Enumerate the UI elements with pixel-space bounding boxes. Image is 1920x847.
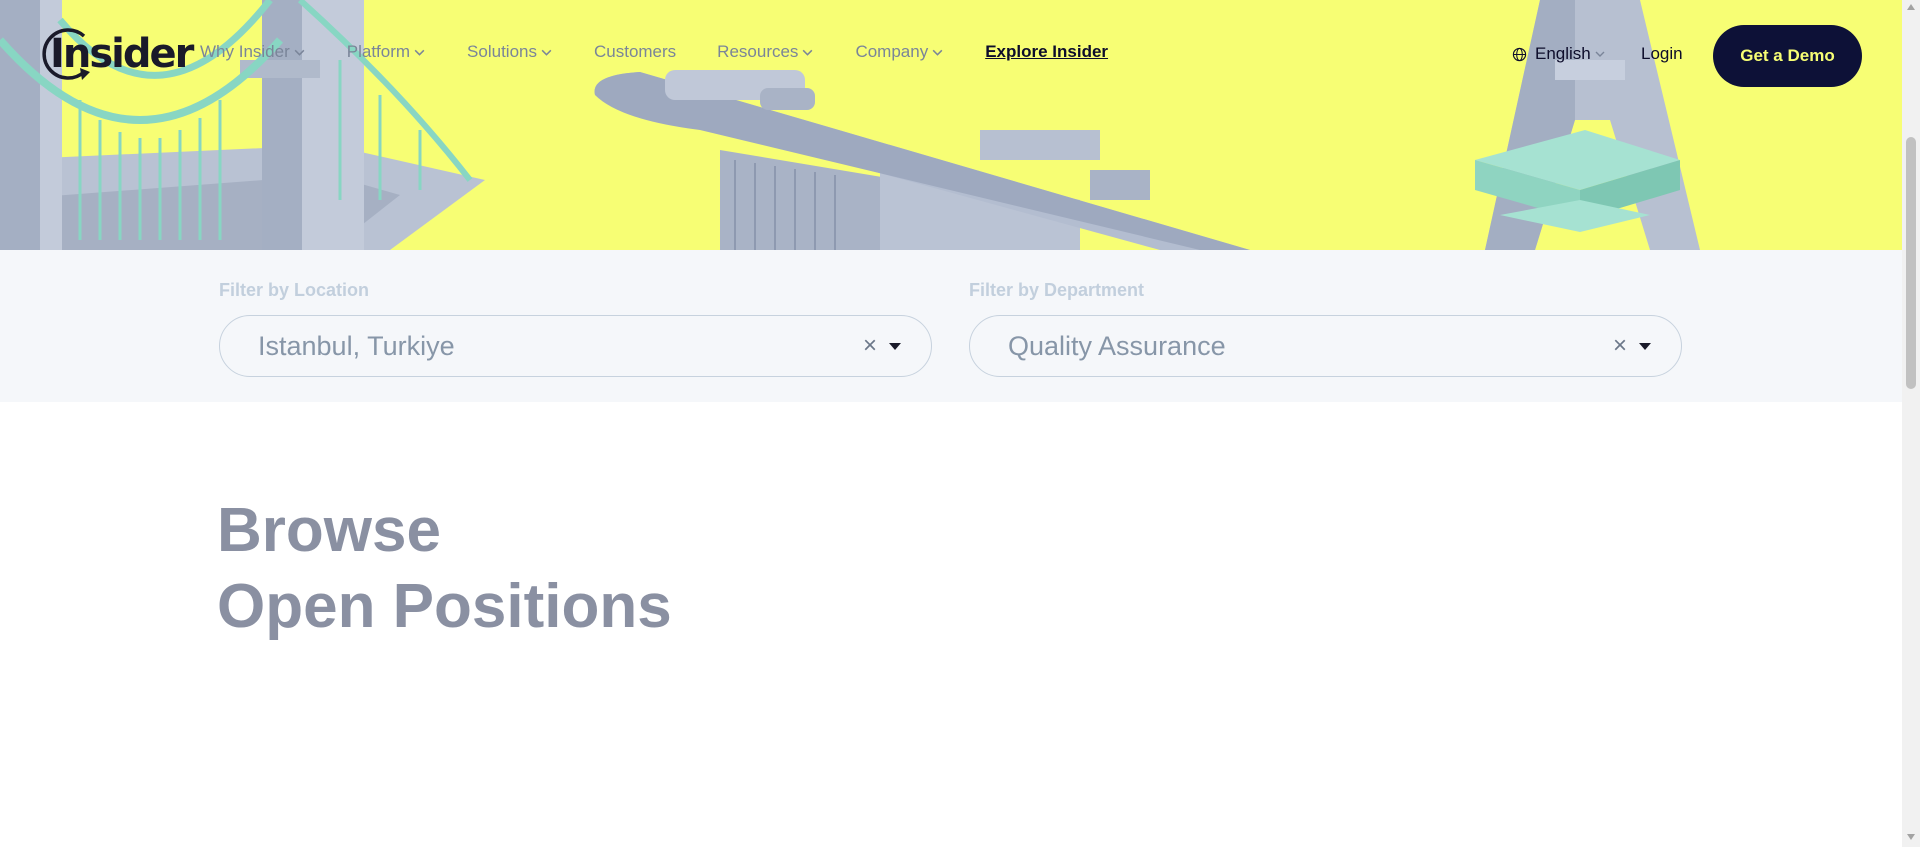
nav-customers[interactable]: Customers <box>594 42 676 62</box>
chevron-down-icon <box>932 49 943 56</box>
logo-text: Insider <box>50 31 194 77</box>
page-title: Browse Open Positions <box>217 493 672 645</box>
chevron-down-icon <box>541 49 552 56</box>
chevron-down-icon <box>1595 51 1605 57</box>
dropdown-arrow-icon[interactable] <box>889 342 901 350</box>
department-filter-select[interactable]: Quality Assurance × <box>969 315 1682 377</box>
page-title-line2: Open Positions <box>217 572 672 641</box>
hero-banner <box>0 0 1902 250</box>
nav-label: Platform <box>346 42 411 61</box>
nav-explore-insider[interactable]: Explore Insider <box>985 42 1108 62</box>
nav-why-insider[interactable]: Why Insider <box>200 42 306 62</box>
globe-icon <box>1512 47 1527 61</box>
location-filter-label: Filter by Location <box>219 280 370 300</box>
chevron-down-icon <box>803 49 813 56</box>
nav-label: Resources <box>717 42 799 61</box>
clear-location-icon[interactable]: × <box>863 332 877 360</box>
scrollbar-thumb[interactable] <box>1906 137 1916 389</box>
location-filter-select[interactable]: Istanbul, Turkiye × <box>219 315 932 377</box>
nav-label: Why Insider <box>200 42 290 61</box>
login-link[interactable]: Login <box>1641 44 1683 64</box>
page-title-line1: Browse <box>217 496 441 565</box>
nav-solutions[interactable]: Solutions <box>467 42 553 62</box>
skyline-illustration <box>594 70 1250 250</box>
nav-company[interactable]: Company <box>855 42 944 62</box>
chevron-down-icon <box>414 49 425 56</box>
nav-label: Company <box>855 42 929 61</box>
nav-platform[interactable]: Platform <box>347 42 426 62</box>
dropdown-arrow-icon[interactable] <box>1639 342 1651 350</box>
scroll-down-icon[interactable] <box>1907 834 1915 840</box>
insider-logo[interactable]: Insider <box>40 24 194 84</box>
hero-illustration <box>0 0 1700 250</box>
page-scrollbar[interactable] <box>1902 0 1920 847</box>
nav-label: Explore Insider <box>985 42 1109 61</box>
main-nav: Why Insider Platform Solutions Customers… <box>200 42 1149 62</box>
filter-section: Filter by Location Istanbul, Turkiye × F… <box>0 250 1902 402</box>
nav-label: Customers <box>593 42 677 61</box>
get-a-demo-button[interactable]: Get a Demo <box>1713 25 1862 87</box>
scroll-up-icon[interactable] <box>1907 4 1915 10</box>
department-filter-value: Quality Assurance <box>1008 330 1226 361</box>
language-label: English <box>1535 44 1591 63</box>
clear-department-icon[interactable]: × <box>1613 332 1627 360</box>
chevron-down-icon <box>294 49 305 56</box>
location-filter-value: Istanbul, Turkiye <box>258 330 455 361</box>
nav-resources[interactable]: Resources <box>717 42 814 62</box>
tower-illustration <box>1475 0 1700 250</box>
nav-label: Solutions <box>467 42 537 61</box>
language-selector[interactable]: English <box>1512 44 1606 64</box>
department-filter-label: Filter by Department <box>969 280 1145 300</box>
